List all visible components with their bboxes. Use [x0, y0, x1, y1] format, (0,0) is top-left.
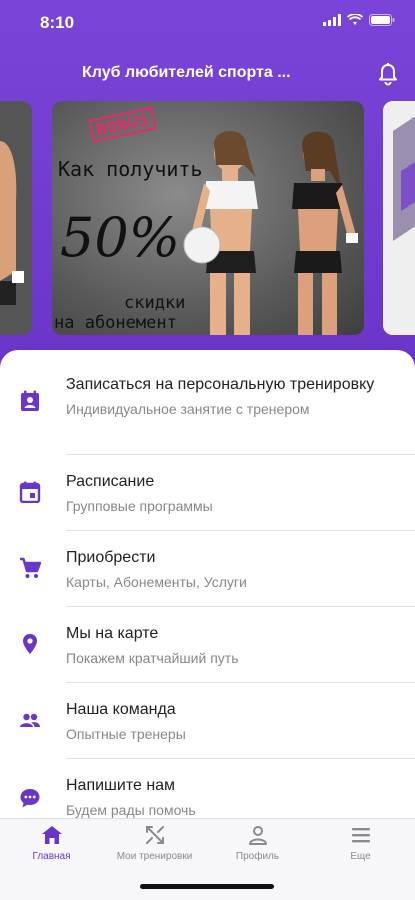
promo-line1: скидки: [124, 293, 186, 313]
menu-item-subtitle: Опытные тренеры: [66, 726, 186, 742]
menu-item-text: Наша команда Опытные тренеры: [66, 699, 405, 744]
menu-item-label: Расписание: [66, 473, 155, 490]
team-icon: [20, 713, 40, 727]
menu-item-team[interactable]: Наша команда Опытные тренеры: [0, 683, 415, 759]
menu-item-label: Напишите нам: [66, 777, 176, 794]
promo-percent: 50%: [60, 206, 181, 269]
menu-item-subtitle: Индивидуальное занятие с тренером: [66, 401, 310, 417]
menu-item-purchase[interactable]: Приобрести Карты, Абонементы, Услуги: [0, 531, 415, 607]
menu-item-contact[interactable]: Напишите нам Будем рады помочь: [0, 759, 415, 818]
tab-label: Мои тренировки: [116, 851, 193, 862]
menu-item-label: Наша команда: [66, 701, 176, 718]
profile-icon: [249, 826, 267, 845]
tab-more[interactable]: Еще: [309, 819, 412, 879]
title-bar: Клуб любителей спорта ...: [0, 56, 415, 92]
map-pin-icon: [23, 634, 37, 654]
home-icon: [42, 826, 62, 844]
menu-item-subtitle: Покажем кратчайший путь: [66, 650, 239, 666]
wifi-icon: [347, 14, 363, 25]
tab-profile[interactable]: Профиль: [206, 819, 309, 879]
athlete-illustration: [292, 131, 358, 335]
signal-icon: [323, 14, 341, 26]
menu-item-schedule[interactable]: Расписание Групповые программы: [0, 455, 415, 531]
menu-icon: [352, 828, 370, 843]
cart-icon: [20, 557, 41, 578]
athlete-illustration: [183, 131, 258, 335]
menu-item-label: Мы на карте: [66, 625, 159, 642]
status-time: 8:10: [40, 13, 75, 32]
battery-icon: [369, 14, 395, 26]
menu-item-map[interactable]: Мы на карте Покажем кратчайший путь: [0, 607, 415, 683]
person-calendar-icon: [21, 390, 39, 411]
menu-item-text: Мы на карте Покажем кратчайший путь: [66, 623, 405, 668]
bell-icon[interactable]: [377, 62, 399, 86]
tab-label: Профиль: [235, 851, 280, 862]
menu-item-text: Напишите нам Будем рады помочь: [66, 775, 405, 818]
promo-title: Как получить: [58, 157, 203, 181]
tab-workouts[interactable]: Мои тренировки: [103, 819, 206, 879]
promo-slide-next[interactable]: [383, 101, 415, 335]
tab-label: Еще: [350, 851, 371, 862]
menu-item-text: Расписание Групповые программы: [66, 471, 405, 516]
workouts-icon: [146, 826, 164, 844]
status-icons: [323, 14, 395, 26]
slide-image: [0, 101, 32, 335]
menu-item-label: Приобрести: [66, 549, 156, 566]
promo-line2: на абонемент: [54, 313, 177, 333]
chat-icon: [20, 789, 40, 808]
calendar-icon: [19, 481, 41, 503]
menu-item-subtitle: Карты, Абонементы, Услуги: [66, 574, 247, 590]
app-header: 8:10 Клуб любителей спорта ... BONUS Как…: [0, 0, 415, 360]
menu-item-label: Записаться на персональную тренировку: [66, 376, 375, 393]
tab-label: Главная: [32, 851, 71, 862]
menu-item-personal-training[interactable]: Записаться на персональную тренировку Ин…: [0, 366, 415, 452]
status-bar: 8:10: [0, 0, 415, 44]
menu-item-subtitle: Групповые программы: [66, 498, 213, 514]
tab-home[interactable]: Главная: [0, 819, 103, 879]
slide-image: [383, 101, 415, 335]
bonus-stamp: BONUS: [88, 106, 157, 143]
home-indicator: [140, 884, 274, 889]
menu-sheet: Записаться на персональную тренировку Ин…: [0, 350, 415, 818]
menu-item-text: Приобрести Карты, Абонементы, Услуги: [66, 547, 405, 592]
promo-slide-current[interactable]: BONUS Как получить 50% скидки на абонеме…: [52, 101, 364, 335]
promo-carousel[interactable]: BONUS Как получить 50% скидки на абонеме…: [0, 101, 415, 335]
menu-item-subtitle: Будем рады помочь: [66, 802, 196, 818]
app-title: Клуб любителей спорта ...: [82, 64, 291, 81]
promo-slide-prev[interactable]: [0, 101, 32, 335]
menu-item-text: Записаться на персональную тренировку Ин…: [66, 374, 405, 419]
